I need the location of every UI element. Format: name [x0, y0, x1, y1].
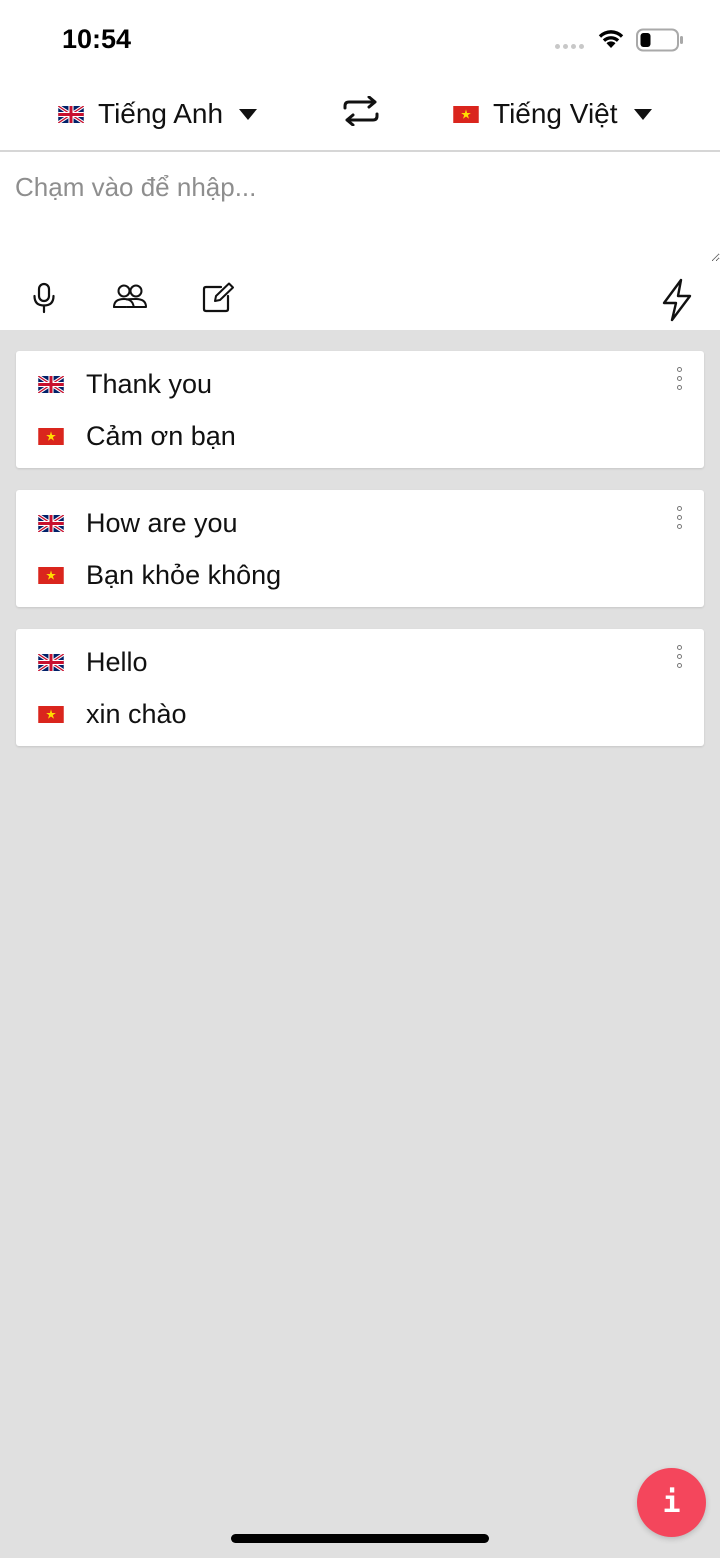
target-phrase: Bạn khỏe không [86, 560, 282, 590]
target-language-dropdown[interactable]: Tiếng Việt [453, 92, 652, 136]
edit-note-button[interactable] [201, 282, 235, 319]
signal-dots-icon [555, 44, 584, 49]
microphone-icon [33, 282, 55, 314]
target-phrase-row: Cảm ơn bạn [38, 420, 236, 452]
uk-flag-icon [58, 105, 84, 123]
target-phrase: Cảm ơn bạn [86, 421, 236, 451]
history-card[interactable]: Hello xin chào [16, 629, 704, 746]
wifi-icon [598, 30, 624, 48]
language-selector-bar: Tiếng Anh Tiếng Việt [0, 80, 720, 152]
source-phrase: Thank you [86, 369, 213, 399]
input-panel [0, 152, 720, 330]
target-phrase-row: Bạn khỏe không [38, 559, 281, 591]
source-phrase-row: Hello [38, 646, 148, 678]
chevron-down-icon [633, 108, 652, 120]
source-language-dropdown[interactable]: Tiếng Anh [58, 92, 258, 136]
vietnam-flag-icon [38, 427, 64, 445]
quick-translate-button[interactable] [660, 278, 694, 327]
vietnam-flag-icon [38, 705, 64, 723]
vietnam-flag-icon [38, 566, 64, 584]
source-phrase-row: How are you [38, 507, 238, 539]
status-bar: 10:54 [0, 0, 720, 80]
history-card[interactable]: How are you Bạn khỏe không [16, 490, 704, 607]
uk-flag-icon [38, 653, 64, 671]
swap-arrows-icon [343, 95, 379, 127]
source-phrase-row: Thank you [38, 368, 212, 400]
more-options-button[interactable] [675, 504, 684, 531]
uk-flag-icon [38, 375, 64, 393]
source-language-label: Tiếng Anh [98, 98, 224, 129]
battery-icon [636, 28, 683, 52]
header: 10:54 Tiếng Anh Tiếng Việt Chạm vào để n… [0, 0, 720, 330]
more-vertical-icon [677, 506, 682, 511]
source-phrase: Hello [86, 647, 148, 677]
translate-text-input[interactable] [0, 152, 720, 262]
home-indicator[interactable] [231, 1534, 489, 1543]
lightning-bolt-icon [662, 278, 692, 322]
info-button[interactable]: i [637, 1468, 706, 1537]
target-phrase: xin chào [86, 699, 187, 729]
conversation-button[interactable] [112, 282, 148, 317]
history-card[interactable]: Thank you Cảm ơn bạn [16, 351, 704, 468]
target-phrase-row: xin chào [38, 698, 187, 730]
uk-flag-icon [38, 514, 64, 532]
more-options-button[interactable] [675, 643, 684, 670]
vietnam-flag-icon [453, 105, 479, 123]
info-icon: i [662, 1485, 681, 1520]
edit-note-icon [202, 282, 234, 313]
target-language-label: Tiếng Việt [493, 98, 618, 129]
status-time: 10:54 [62, 24, 132, 54]
more-vertical-icon [677, 367, 682, 372]
more-options-button[interactable] [675, 365, 684, 392]
microphone-button[interactable] [30, 282, 58, 319]
more-vertical-icon [677, 645, 682, 650]
source-phrase: How are you [86, 508, 238, 538]
conversation-people-icon [113, 284, 147, 308]
swap-languages-button[interactable] [341, 95, 381, 131]
chevron-down-icon [239, 108, 258, 120]
